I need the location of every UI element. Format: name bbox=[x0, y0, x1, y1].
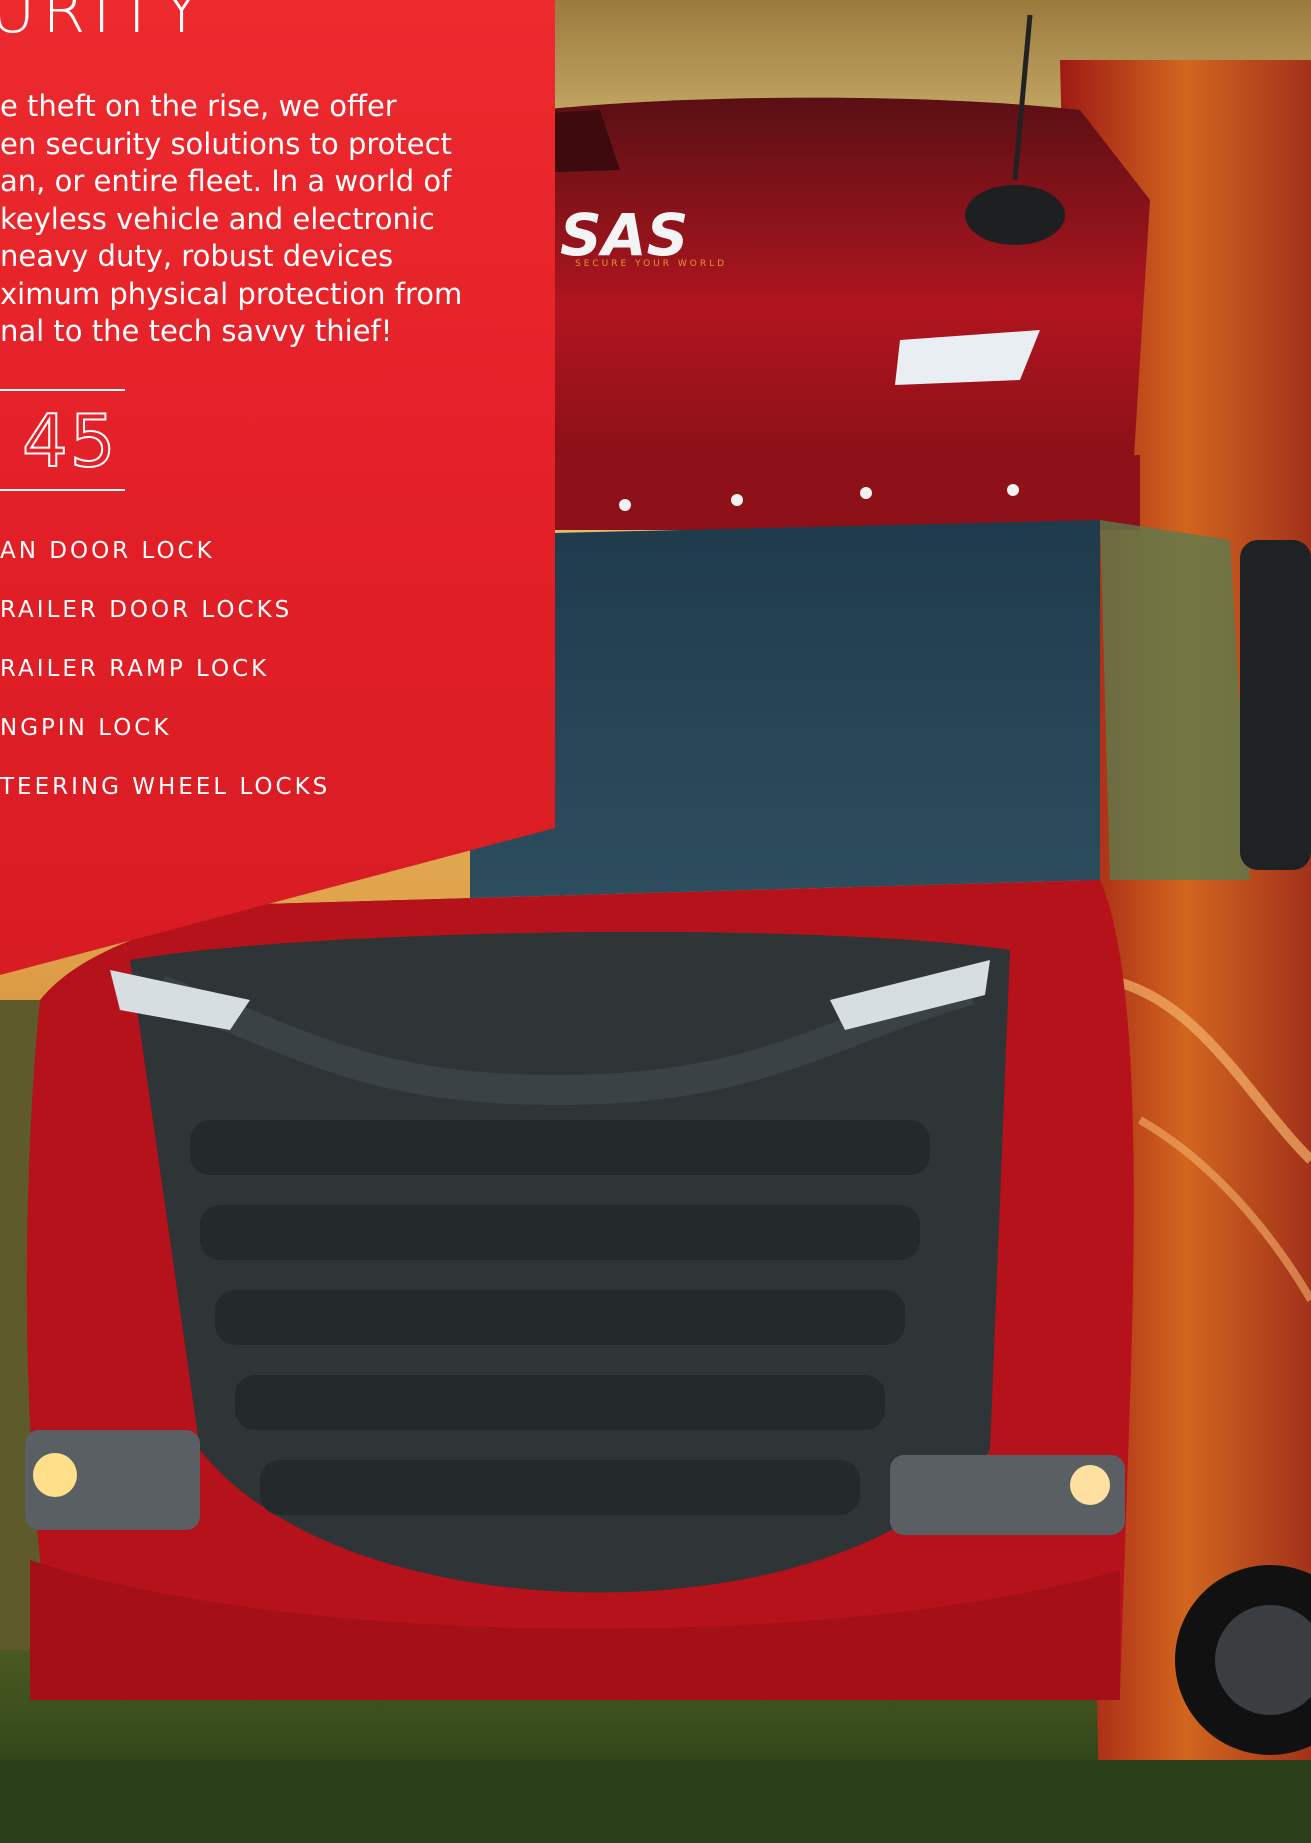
product-item-steering-wheel-locks[interactable]: TEERING WHEEL LOCKS bbox=[0, 774, 330, 833]
product-item-van-door-lock[interactable]: AN DOOR LOCK bbox=[0, 538, 330, 597]
intro-line: an, or entire fleet. In a world of bbox=[0, 164, 452, 198]
product-list: AN DOOR LOCK RAILER DOOR LOCKS RAILER RA… bbox=[0, 538, 330, 833]
divider-bottom bbox=[0, 489, 125, 491]
intro-line: en security solutions to protect bbox=[0, 126, 452, 161]
svg-text:SECURE YOUR WORLD: SECURE YOUR WORLD bbox=[575, 259, 727, 269]
divider-top bbox=[0, 389, 125, 391]
intro-line: keyless vehicle and electronic bbox=[0, 201, 435, 236]
section-title: URITY bbox=[0, 0, 208, 47]
intro-line: nal to the tech savvy thief! bbox=[0, 314, 393, 348]
intro-line: ximum physical protection from bbox=[0, 276, 463, 311]
product-item-trailer-ramp-lock[interactable]: RAILER RAMP LOCK bbox=[0, 656, 330, 715]
product-item-trailer-door-locks[interactable]: RAILER DOOR LOCKS bbox=[0, 597, 330, 656]
page-number: 45 bbox=[21, 398, 118, 484]
intro-line: e theft on the rise, we offer bbox=[0, 89, 397, 123]
intro-line: neavy duty, robust devices bbox=[0, 239, 394, 273]
product-info-panel: URITY e theft on the rise, we offer en s… bbox=[0, 0, 555, 975]
intro-paragraph: e theft on the rise, we offer en securit… bbox=[0, 88, 520, 351]
product-item-kingpin-lock[interactable]: NGPIN LOCK bbox=[0, 715, 330, 774]
